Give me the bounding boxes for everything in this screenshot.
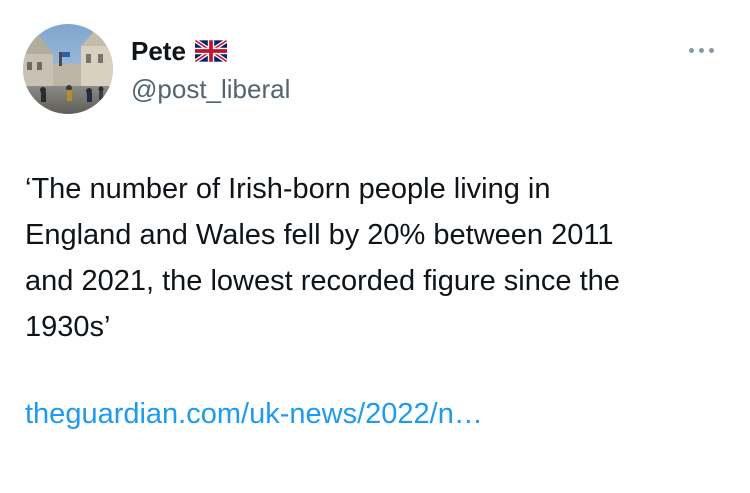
author-display-name[interactable]: Pete: [131, 34, 186, 68]
tweet-text: ‘The number of Irish-born people living …: [25, 166, 737, 350]
author-name-row: Pete: [131, 34, 227, 68]
more-options-button[interactable]: [681, 38, 721, 62]
author-handle[interactable]: @post_liberal: [131, 72, 290, 106]
tweet-card: Pete @post_liberal ‘The number of Irish-…: [0, 0, 750, 493]
tweet-text-line: 1930s’: [25, 311, 111, 343]
more-dot: [708, 47, 714, 53]
tweet-text-line: and 2021, the lowest recorded figure sin…: [25, 265, 620, 297]
tweet-text-line: England and Wales fell by 20% between 20…: [25, 219, 614, 251]
more-dot: [698, 47, 704, 53]
more-horizontal-icon: [688, 47, 694, 53]
uk-flag-icon: [194, 40, 227, 62]
tweet-link[interactable]: theguardian.com/uk-news/2022/n…: [25, 391, 483, 437]
avatar-photo: [23, 24, 113, 114]
avatar[interactable]: [23, 24, 113, 114]
tweet-text-line: ‘The number of Irish-born people living …: [25, 173, 551, 205]
